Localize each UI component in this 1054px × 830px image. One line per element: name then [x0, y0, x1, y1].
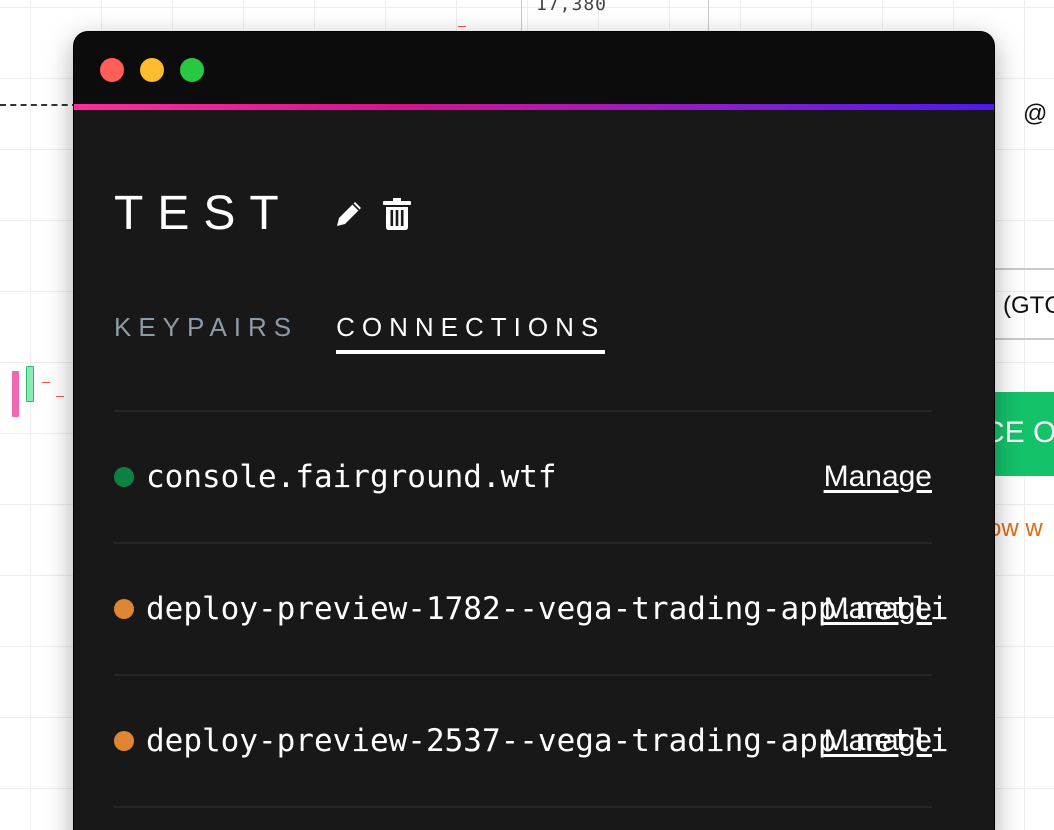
wallet-tabs: KEYPAIRS CONNECTIONS	[114, 314, 934, 370]
chart-tick	[458, 26, 466, 27]
at-symbol: @	[1023, 100, 1048, 127]
window-titlebar	[74, 32, 994, 104]
time-in-force-select[interactable]: (GTC	[993, 268, 1054, 340]
edit-wallet-button[interactable]	[331, 194, 367, 234]
close-window-button[interactable]	[100, 58, 124, 82]
minimize-window-button[interactable]	[140, 58, 164, 82]
tab-keypairs[interactable]: KEYPAIRS	[114, 314, 298, 354]
pencil-icon	[336, 202, 361, 226]
connection-row: deploy-preview-2537--vega-trading-app.ne…	[114, 676, 949, 808]
chart-tick	[56, 396, 64, 397]
chart-dashed-line	[0, 104, 78, 106]
chart-candle	[26, 366, 34, 402]
trash-icon	[382, 198, 411, 230]
connection-row: deploy-preview-1782--vega-trading-app.ne…	[114, 544, 949, 676]
tab-connections[interactable]: CONNECTIONS	[336, 314, 606, 354]
wallet-window: TEST KEYPAIRS CONNECTIONS console.fairgr…	[74, 32, 994, 830]
connections-list: console.fairground.wtf Manage deploy-pre…	[114, 412, 949, 808]
status-dot-connected	[114, 467, 134, 487]
chart-candle	[12, 371, 19, 417]
status-dot-pending	[114, 599, 134, 619]
manage-connection-link[interactable]: Manage	[824, 460, 932, 494]
maximize-window-button[interactable]	[180, 58, 204, 82]
status-dot-pending	[114, 731, 134, 751]
warning-text: ow w	[988, 515, 1043, 542]
price-axis-label: 17,380	[536, 0, 608, 15]
wallet-header: TEST	[114, 186, 934, 242]
manage-connection-link[interactable]: Manage	[824, 724, 932, 758]
chart-tick	[42, 382, 50, 383]
wallet-name-title: TEST	[114, 187, 293, 240]
place-order-button[interactable]: CE O	[993, 392, 1054, 476]
delete-wallet-button[interactable]	[379, 194, 415, 234]
wallet-content: TEST KEYPAIRS CONNECTIONS console.fairgr…	[74, 186, 994, 808]
manage-connection-link[interactable]: Manage	[824, 592, 932, 626]
connection-row: console.fairground.wtf Manage	[114, 412, 932, 544]
connection-hostname: console.fairground.wtf	[146, 459, 557, 495]
accent-gradient-bar	[74, 104, 994, 110]
